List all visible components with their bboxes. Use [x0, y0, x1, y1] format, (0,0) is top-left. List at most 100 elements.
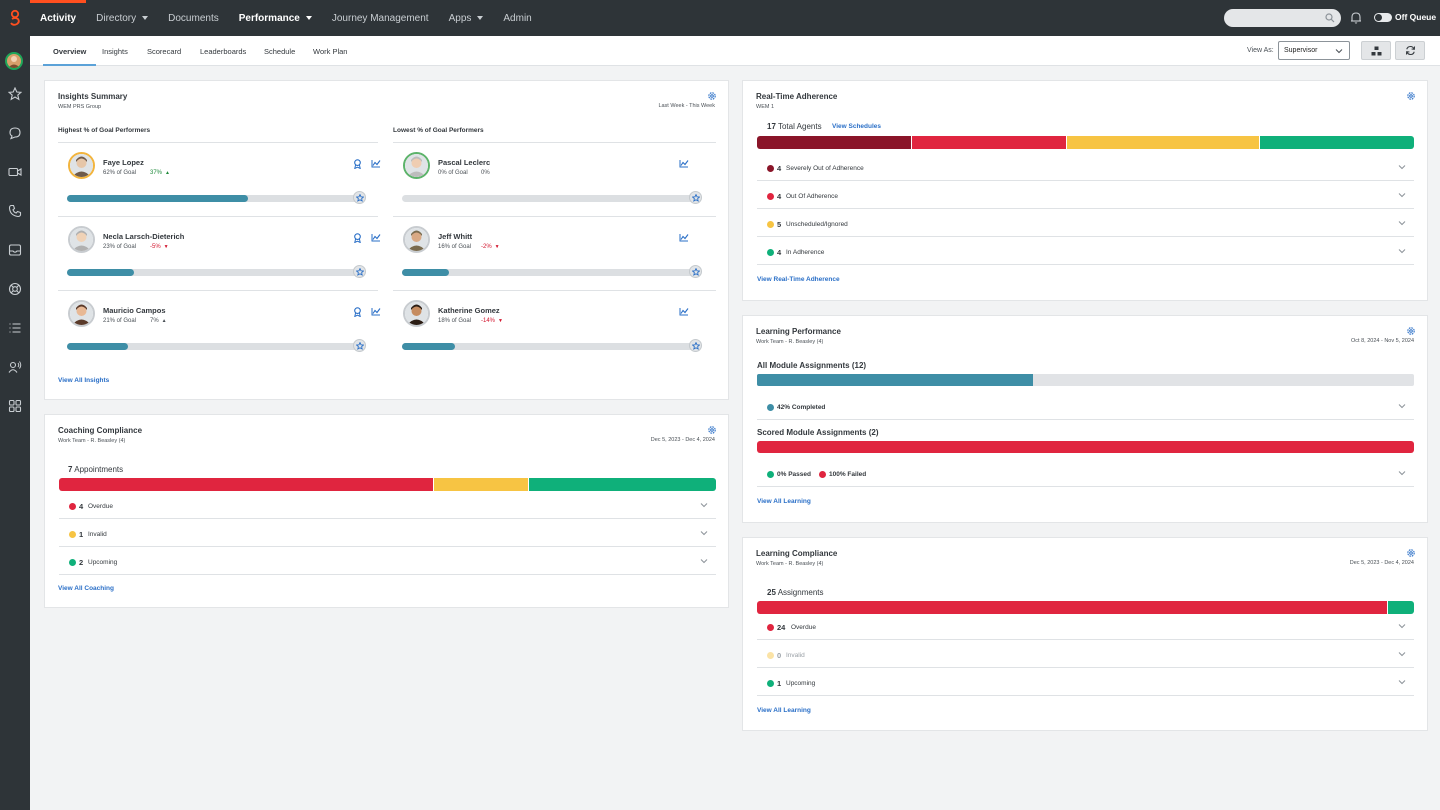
nav-journey-management[interactable]: Journey Management — [322, 0, 439, 36]
card-subtitle: WEM 1 — [756, 104, 775, 110]
view-all-learning-link[interactable]: View All Learning — [757, 498, 811, 505]
avatar[interactable] — [68, 226, 95, 253]
chevron-down-icon[interactable] — [1398, 470, 1406, 476]
status-row[interactable]: 4 Severely Out of Adherence — [757, 153, 1414, 181]
tab-work-plan[interactable]: Work Plan — [313, 36, 347, 66]
trend-chart-icon[interactable] — [371, 307, 381, 317]
avatar[interactable] — [403, 152, 430, 179]
tab-schedule-label: Schedule — [264, 46, 296, 56]
favorite-star-button[interactable] — [689, 339, 702, 352]
stack-segment — [434, 478, 529, 491]
trend-chart-icon[interactable] — [371, 159, 381, 169]
refresh-button[interactable] — [1395, 41, 1425, 60]
award-ribbon-icon[interactable] — [353, 233, 362, 243]
trend-chart-icon[interactable] — [679, 159, 689, 168]
genesys-logo-icon[interactable] — [0, 0, 30, 36]
passed-failed-row[interactable]: 0% Passed 100% Failed — [757, 459, 1414, 487]
tab-insights[interactable]: Insights — [102, 36, 128, 66]
view-as-select[interactable]: Supervisor — [1278, 41, 1350, 60]
nav-performance[interactable]: Performance — [229, 0, 322, 36]
trend-chart-icon[interactable] — [679, 307, 689, 316]
view-all-coaching-link[interactable]: View All Coaching — [58, 585, 114, 592]
off-queue-label: Off Queue — [1395, 12, 1437, 22]
goal-progress-fill — [402, 343, 455, 350]
gear-icon[interactable] — [707, 91, 717, 101]
favorite-star-button[interactable] — [689, 191, 702, 204]
avatar[interactable] — [403, 300, 430, 327]
status-count: 5 — [777, 220, 782, 229]
trend-chart-icon[interactable] — [371, 233, 381, 243]
chevron-down-icon[interactable] — [700, 502, 708, 508]
status-row[interactable]: 4 Overdue — [59, 491, 716, 519]
avatar[interactable] — [68, 152, 95, 179]
video-icon[interactable] — [6, 163, 24, 181]
chevron-down-icon[interactable] — [700, 530, 708, 536]
notification-bell-icon[interactable] — [1350, 11, 1362, 24]
tab-leaderboards[interactable]: Leaderboards — [200, 36, 246, 66]
status-count: 1 — [777, 679, 782, 688]
performer-row: Jeff Whitt 16% of Goal -2% ▼ — [393, 217, 716, 291]
tab-overview[interactable]: Overview — [42, 36, 97, 66]
avatar[interactable] — [403, 226, 430, 253]
status-row[interactable]: 24 Overdue — [757, 612, 1414, 640]
award-ribbon-icon[interactable] — [353, 307, 362, 317]
favorite-star-button[interactable] — [353, 265, 366, 278]
chevron-down-icon[interactable] — [1398, 164, 1406, 170]
date-range: Last Week - This Week — [658, 103, 715, 109]
search-icon[interactable] — [1325, 13, 1335, 23]
status-row[interactable]: 5 Unscheduled/Ignored — [757, 209, 1414, 237]
stack-segment — [757, 136, 912, 149]
search-input[interactable] — [1224, 9, 1341, 27]
performer-name: Faye Lopez — [103, 158, 144, 167]
agent-voice-icon[interactable] — [6, 358, 24, 376]
status-row[interactable]: 4 Out Of Adherence — [757, 181, 1414, 209]
view-real-time-adherence-link[interactable]: View Real-Time Adherence — [757, 276, 840, 283]
list-icon[interactable] — [6, 319, 24, 337]
nav-admin[interactable]: Admin — [493, 0, 541, 36]
stack-segment — [1066, 136, 1261, 149]
chevron-down-icon[interactable] — [1398, 651, 1406, 657]
apps-grid-icon[interactable] — [6, 397, 24, 415]
gear-icon[interactable] — [1406, 326, 1416, 336]
tab-scorecard[interactable]: Scorecard — [147, 36, 181, 66]
view-all-learning-link[interactable]: View All Learning — [757, 707, 811, 714]
chat-icon[interactable] — [6, 124, 24, 142]
org-hierarchy-button[interactable] — [1361, 41, 1391, 60]
favorite-star-button[interactable] — [689, 265, 702, 278]
chevron-down-icon[interactable] — [1398, 403, 1406, 409]
status-row[interactable]: 2 Upcoming — [59, 547, 716, 575]
nav-directory[interactable]: Directory — [86, 0, 158, 36]
status-row[interactable]: 1 Upcoming — [757, 668, 1414, 696]
queue-toggle[interactable] — [1374, 13, 1392, 22]
view-all-insights-link[interactable]: View All Insights — [58, 377, 109, 384]
support-lifebuoy-icon[interactable] — [6, 280, 24, 298]
star-icon[interactable] — [6, 85, 24, 103]
favorite-star-button[interactable] — [353, 339, 366, 352]
chevron-down-icon[interactable] — [1398, 248, 1406, 254]
gear-icon[interactable] — [1406, 548, 1416, 558]
nav-documents[interactable]: Documents — [158, 0, 229, 36]
tab-schedule[interactable]: Schedule — [264, 36, 295, 66]
favorite-star-button[interactable] — [353, 191, 366, 204]
completed-row[interactable]: 42% Completed — [757, 392, 1414, 420]
chevron-down-icon[interactable] — [1398, 623, 1406, 629]
award-ribbon-icon[interactable] — [353, 159, 362, 169]
chevron-down-icon[interactable] — [1398, 192, 1406, 198]
view-schedules-link[interactable]: View Schedules — [832, 123, 881, 130]
trend-chart-icon[interactable] — [679, 233, 689, 242]
chevron-down-icon[interactable] — [1398, 679, 1406, 685]
nav-activity[interactable]: Activity — [30, 0, 87, 36]
user-avatar[interactable] — [5, 52, 23, 70]
inbox-icon[interactable] — [6, 241, 24, 259]
status-row[interactable]: 0 Invalid — [757, 640, 1414, 668]
nav-apps[interactable]: Apps — [439, 0, 494, 36]
chevron-down-icon[interactable] — [700, 558, 708, 564]
chevron-down-icon[interactable] — [1398, 220, 1406, 226]
avatar[interactable] — [68, 300, 95, 327]
gear-icon[interactable] — [707, 425, 717, 435]
status-row[interactable]: 4 In Adherence — [757, 237, 1414, 265]
gear-icon[interactable] — [1406, 91, 1416, 101]
performer-actions — [679, 307, 689, 316]
phone-icon[interactable] — [6, 202, 24, 220]
status-row[interactable]: 1 Invalid — [59, 519, 716, 547]
